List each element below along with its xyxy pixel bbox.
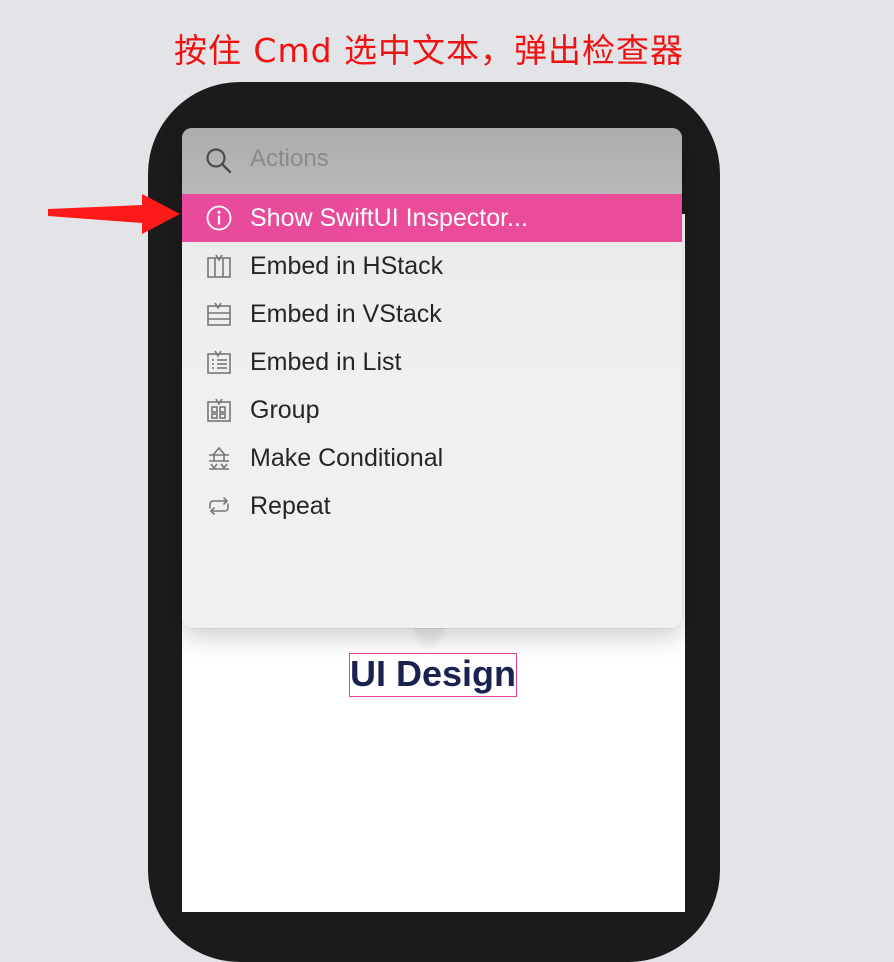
menu-item-embed-in-list[interactable]: Embed in List (182, 338, 682, 386)
conditional-icon (204, 443, 234, 473)
menu-item-label: Embed in VStack (250, 299, 442, 328)
menu-item-label: Repeat (250, 491, 331, 520)
menu-item-group[interactable]: Group (182, 386, 682, 434)
menu-item-show-swiftui-inspector[interactable]: Show SwiftUI Inspector... (182, 194, 682, 242)
list-icon (204, 347, 234, 377)
menu-item-embed-in-hstack[interactable]: Embed in HStack (182, 242, 682, 290)
search-icon (206, 148, 232, 174)
menu-item-label: Make Conditional (250, 443, 444, 472)
annotation-arrow (48, 194, 180, 234)
annotation-caption: 按住 Cmd 选中文本，弹出检查器 (173, 31, 685, 70)
group-icon (204, 395, 234, 425)
menu-item-make-conditional[interactable]: Make Conditional (182, 434, 682, 482)
repeat-icon (204, 491, 234, 521)
actions-search-bar[interactable]: Actions (182, 128, 682, 194)
vstack-icon (204, 299, 234, 329)
actions-popover: Actions Show SwiftUI Inspector... Embed … (182, 128, 682, 628)
hstack-icon (204, 251, 234, 281)
menu-item-label: Embed in List (250, 347, 402, 376)
actions-menu: Show SwiftUI Inspector... Embed in HStac… (182, 194, 682, 530)
menu-item-label: Embed in HStack (250, 251, 444, 280)
info-icon (204, 203, 234, 233)
search-placeholder: Actions (250, 145, 329, 172)
menu-item-label: Show SwiftUI Inspector... (250, 203, 528, 232)
menu-item-embed-in-vstack[interactable]: Embed in VStack (182, 290, 682, 338)
menu-item-label: Group (250, 395, 320, 424)
menu-item-repeat[interactable]: Repeat (182, 482, 682, 530)
selected-text-element[interactable]: UI Design (349, 653, 517, 697)
